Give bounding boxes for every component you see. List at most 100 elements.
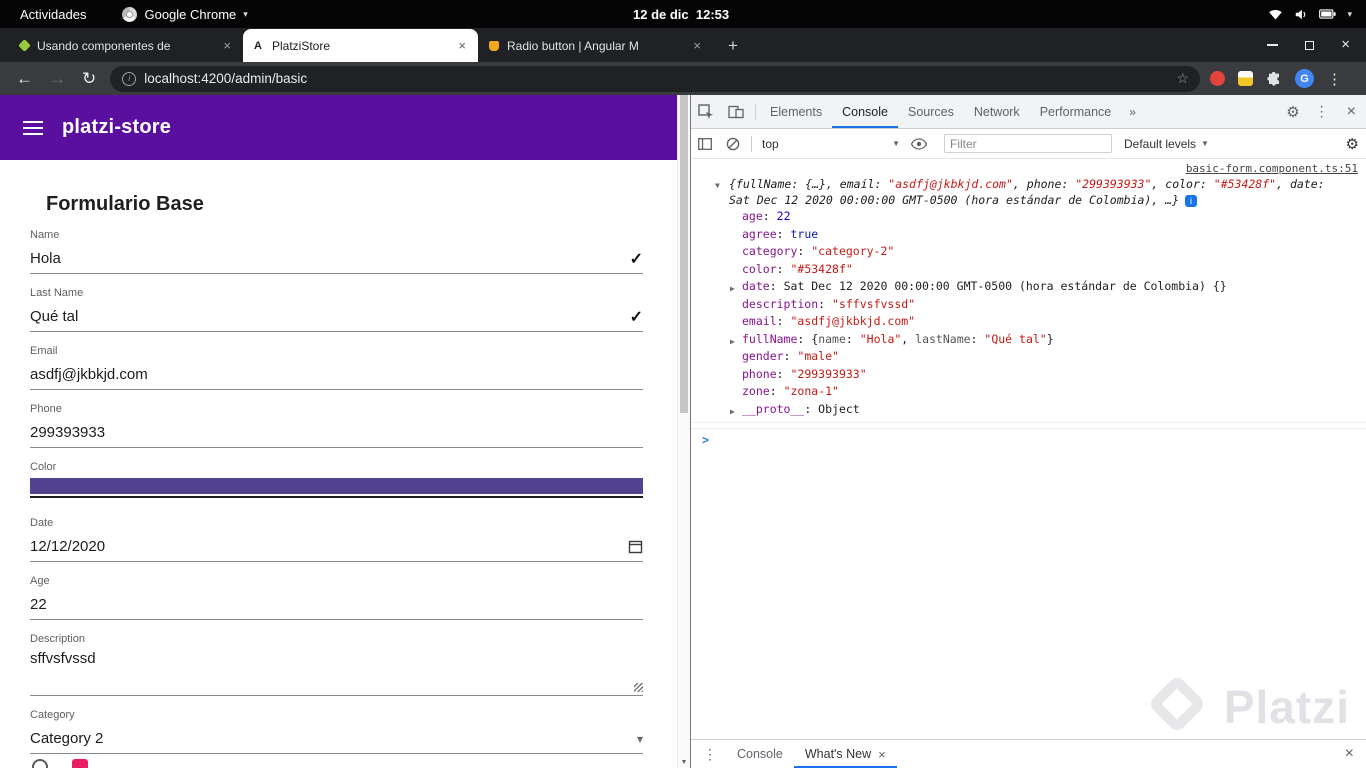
clock[interactable]: 12 de dic 12:53 — [633, 7, 729, 22]
console-filter-input[interactable] — [944, 134, 1112, 153]
drawer-menu-icon[interactable]: ⋮ — [691, 746, 726, 763]
console-property-color: color: "#53428f" — [691, 261, 1366, 279]
material-docs-favicon — [489, 41, 499, 51]
tab-network[interactable]: Network — [964, 95, 1030, 128]
system-tray[interactable]: ▾ — [1268, 8, 1352, 21]
tab-close-icon[interactable]: × — [690, 38, 704, 53]
browser-tab-3[interactable]: Radio button | Angular M × — [478, 29, 713, 62]
more-tabs-icon[interactable]: » — [1121, 105, 1144, 119]
javascript-context-select[interactable]: top ▼ — [762, 137, 900, 151]
profile-avatar[interactable]: G — [1295, 69, 1314, 88]
address-bar[interactable]: i localhost:4200/admin/basic ☆ — [110, 66, 1200, 92]
inspect-element-icon[interactable] — [691, 104, 721, 120]
property-key: fullName — [742, 332, 797, 346]
minimize-button[interactable] — [1267, 44, 1278, 46]
clear-console-icon[interactable] — [719, 137, 747, 151]
divider — [755, 104, 756, 120]
devtools-tab-bar: Elements Console Sources Network Perform… — [691, 95, 1366, 129]
context-label: top — [762, 137, 779, 151]
tab-performance[interactable]: Performance — [1030, 95, 1122, 128]
screen: Actividades Google Chrome ▾ 12 de dic 12… — [0, 0, 1366, 768]
textarea-resize-handle[interactable] — [634, 683, 643, 692]
tab-console[interactable]: Console — [832, 95, 898, 128]
console-panel: basic-form.component.ts:51 ▼ {fullName: … — [691, 159, 1366, 740]
form-field-category[interactable]: CategoryCategory 2▾ — [30, 709, 643, 754]
form-field-email[interactable]: Emailasdfj@jkbkjd.com — [30, 345, 643, 390]
form-field-last-name[interactable]: Last NameQué tal✓ — [30, 287, 643, 332]
form-field-label: Date — [30, 517, 643, 529]
devtools-close-icon[interactable]: × — [1337, 103, 1366, 121]
form-field-color[interactable]: Color — [30, 461, 643, 498]
form-field-phone[interactable]: Phone299393933 — [30, 403, 643, 448]
drawer-tab-close-icon[interactable]: × — [878, 747, 886, 762]
console-source-link[interactable]: basic-form.component.ts:51 — [691, 159, 1366, 175]
site-info-icon[interactable]: i — [122, 72, 136, 86]
scrollbar-thumb[interactable] — [680, 95, 688, 413]
active-app-menu[interactable]: Google Chrome ▾ — [122, 7, 247, 22]
collapse-arrow-icon[interactable]: ▼ — [715, 178, 720, 194]
form-field-date[interactable]: Date12/12/2020 — [30, 517, 643, 562]
console-prompt[interactable]: > — [691, 428, 1366, 453]
form-field-age[interactable]: Age22 — [30, 575, 643, 620]
devtools-drawer: ⋮ Console What's New × × — [691, 739, 1366, 768]
log-levels-select[interactable]: Default levels ▼ — [1124, 137, 1209, 151]
caret-down-icon: ▾ — [1347, 9, 1352, 20]
form-field-name[interactable]: NameHola✓ — [30, 229, 643, 274]
extension-icon[interactable] — [1238, 71, 1253, 86]
field-underline — [30, 496, 643, 498]
radio-option-icon[interactable] — [32, 759, 48, 768]
calendar-icon[interactable] — [628, 539, 643, 554]
live-expression-eye-icon[interactable] — [904, 138, 934, 150]
property-key: date — [742, 279, 770, 293]
forward-button[interactable]: → — [49, 69, 66, 89]
form-field-description[interactable]: Descriptionsffvsfvssd — [30, 633, 643, 696]
tab-label: PlatziStore — [272, 39, 451, 53]
console-sidebar-icon[interactable] — [691, 138, 719, 150]
back-button[interactable]: ← — [16, 69, 33, 89]
console-object-preview[interactable]: ▼ {fullName: {…}, email: "asdfj@jkbkjd.c… — [691, 175, 1366, 208]
console-property-date[interactable]: ▶date: Sat Dec 12 2020 00:00:00 GMT-0500… — [691, 278, 1366, 296]
form-field-label: Last Name — [30, 287, 643, 299]
form-field-value: Category 2 — [30, 730, 637, 747]
tab-sources[interactable]: Sources — [898, 95, 964, 128]
device-toolbar-icon[interactable] — [721, 105, 751, 119]
tab-elements[interactable]: Elements — [760, 95, 832, 128]
puzzle-extensions-icon[interactable] — [1266, 71, 1282, 87]
hamburger-menu-icon[interactable] — [23, 121, 43, 135]
scroll-down-arrow-icon[interactable]: ▼ — [678, 759, 690, 766]
drawer-tab-console[interactable]: Console — [726, 740, 794, 768]
console-property-proto[interactable]: ▶__proto__: Object — [691, 401, 1366, 419]
devtools-menu-icon[interactable]: ⋮ — [1307, 103, 1337, 120]
app-header: platzi-store — [0, 95, 678, 160]
color-swatch[interactable] — [30, 478, 643, 494]
angular-app-favicon: A — [252, 40, 264, 52]
tab-close-icon[interactable]: × — [455, 38, 469, 53]
devtools-settings-icon[interactable]: ⚙ — [1279, 103, 1306, 121]
drawer-close-icon[interactable]: × — [1333, 745, 1366, 763]
page-scrollbar[interactable]: ▼ — [677, 95, 690, 768]
bookmark-star-icon[interactable]: ☆ — [1176, 70, 1189, 87]
caret-down-icon: ▾ — [243, 9, 248, 20]
expand-arrow-icon[interactable]: ▶ — [730, 281, 735, 297]
restore-button[interactable] — [1305, 41, 1314, 50]
form-field-value: sffvsfvssd — [30, 650, 643, 667]
console-message: basic-form.component.ts:51 ▼ {fullName: … — [691, 159, 1366, 423]
tab-close-icon[interactable]: × — [220, 38, 234, 53]
expand-arrow-icon[interactable]: ▶ — [730, 334, 735, 350]
dropdown-arrow-icon[interactable]: ▾ — [637, 732, 643, 746]
browser-tab-1[interactable]: Usando componentes de × — [8, 29, 243, 62]
new-tab-button[interactable]: + — [720, 33, 746, 59]
adblock-extension-icon[interactable] — [1210, 71, 1225, 86]
browser-tab-2-active[interactable]: A PlatziStore × — [243, 29, 478, 62]
close-window-button[interactable]: × — [1341, 40, 1350, 50]
console-property-agree: agree: true — [691, 226, 1366, 244]
console-property-fullName[interactable]: ▶fullName: {name: "Hola", lastName: "Qué… — [691, 331, 1366, 349]
drawer-tab-whats-new[interactable]: What's New × — [794, 740, 897, 768]
browser-menu-icon[interactable]: ⋮ — [1327, 70, 1342, 88]
activities-button[interactable]: Actividades — [20, 7, 86, 22]
agree-checkbox-icon[interactable] — [72, 759, 88, 768]
console-settings-icon[interactable]: ⚙ — [1339, 135, 1366, 153]
info-icon[interactable]: i — [1185, 195, 1197, 207]
reload-button[interactable]: ↻ — [82, 69, 96, 89]
expand-arrow-icon[interactable]: ▶ — [730, 404, 735, 420]
